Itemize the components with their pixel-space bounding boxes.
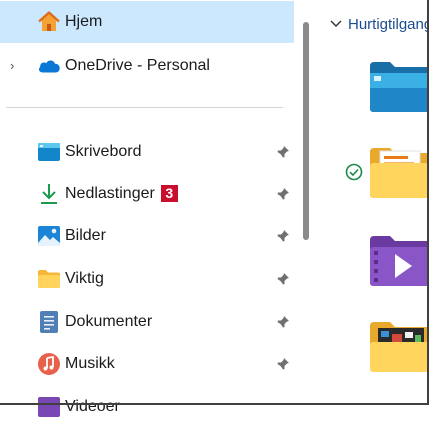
desktop-icon <box>37 140 61 164</box>
nav-item-onedrive[interactable]: › OneDrive - Personal <box>0 45 294 87</box>
nav-item-label: Bilder <box>65 227 106 244</box>
chevron-right-icon[interactable]: › <box>10 59 20 72</box>
downloads-label: Nedlastinger <box>65 185 155 202</box>
nav-scrollbar[interactable] <box>303 22 309 240</box>
nav-item-pictures[interactable]: Bilder <box>0 215 294 257</box>
section-title: Hurtigtilgang <box>348 15 429 33</box>
documents-icon <box>37 310 61 334</box>
nav-item-label: Skrivebord <box>65 143 142 160</box>
pin-icon[interactable] <box>276 357 290 371</box>
music-icon <box>37 352 61 376</box>
pictures-icon <box>37 224 61 248</box>
step-badge: 3 <box>160 185 178 202</box>
navigation-pane: Hjem › OneDrive - Personal Skrivebord Ne… <box>0 0 300 417</box>
content-pane: Hurtigtilgang <box>312 0 429 405</box>
videos-icon <box>37 395 61 419</box>
folder-with-documents-icon[interactable] <box>370 148 429 198</box>
nav-item-home[interactable]: Hjem <box>0 1 294 43</box>
nav-item-documents[interactable]: Dokumenter <box>0 301 294 343</box>
nav-item-label: Videoer <box>65 398 120 415</box>
pin-icon[interactable] <box>276 272 290 286</box>
pin-icon[interactable] <box>276 315 290 329</box>
download-icon <box>37 182 61 206</box>
pin-icon[interactable] <box>276 187 290 201</box>
videos-folder-icon[interactable] <box>370 236 429 286</box>
onedrive-cloud-icon <box>37 54 61 78</box>
nav-item-label: Hjem <box>65 13 103 30</box>
nav-item-label: Viktig <box>65 270 104 287</box>
folder-with-images-icon[interactable] <box>370 322 429 372</box>
desktop-folder-icon[interactable] <box>370 62 429 112</box>
nav-item-music[interactable]: Musikk <box>0 343 294 385</box>
nav-item-label: Musikk <box>65 355 115 372</box>
pin-icon[interactable] <box>276 145 290 159</box>
nav-item-videos[interactable]: Videoer <box>0 386 294 428</box>
pin-icon[interactable] <box>276 229 290 243</box>
synced-check-icon <box>345 163 363 181</box>
home-icon <box>37 10 61 34</box>
nav-item-desktop[interactable]: Skrivebord <box>0 131 294 173</box>
chevron-down-icon[interactable] <box>330 15 342 33</box>
nav-item-important[interactable]: Viktig <box>0 258 294 300</box>
quick-access-header[interactable]: Hurtigtilgang <box>330 15 429 33</box>
nav-item-label: Nedlastinger 3 <box>65 185 178 203</box>
nav-item-downloads[interactable]: Nedlastinger 3 <box>0 173 294 215</box>
folder-icon <box>37 267 61 291</box>
nav-item-label: OneDrive - Personal <box>65 57 210 74</box>
file-explorer-window: Hjem › OneDrive - Personal Skrivebord Ne… <box>0 0 429 417</box>
nav-item-label: Dokumenter <box>65 313 153 330</box>
nav-divider <box>6 107 283 108</box>
